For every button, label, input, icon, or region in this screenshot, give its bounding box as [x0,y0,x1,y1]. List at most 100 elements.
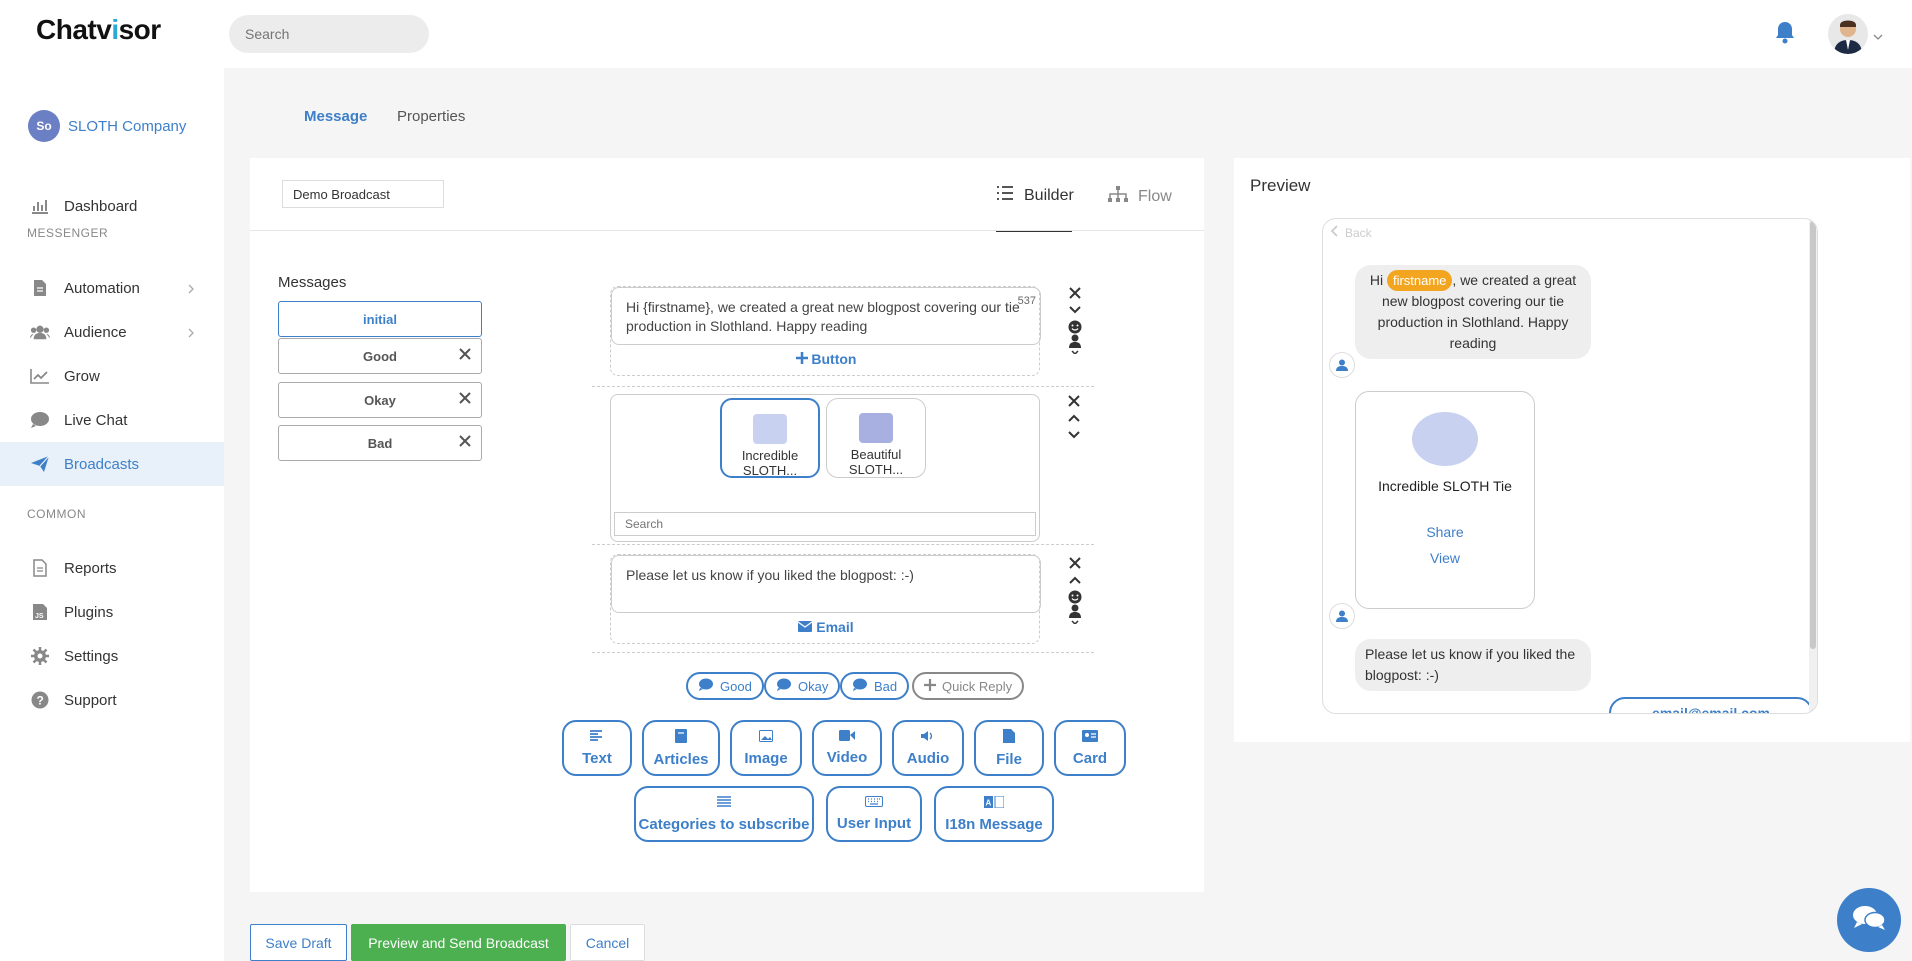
close-icon[interactable] [1069,284,1081,301]
message-item-good[interactable]: Good [278,338,482,374]
save-draft-button[interactable]: Save Draft [250,924,347,961]
chevron-down-icon[interactable] [1068,426,1080,443]
close-icon[interactable] [1068,392,1080,409]
message-controls [1068,554,1082,624]
broadcast-name-input[interactable] [282,180,444,208]
chat-bubble-icon [776,678,798,695]
user-attribute-icon[interactable] [1068,604,1082,624]
bell-icon[interactable] [1774,20,1796,49]
sidebar-item-plugins[interactable]: JS Plugins [0,590,224,634]
tab-message[interactable]: Message [304,108,367,125]
image-icon [759,729,773,750]
message-item-initial[interactable]: initial [278,301,482,337]
view-link[interactable]: View [1356,550,1534,566]
section-common: COMMON [27,507,86,521]
report-icon [30,558,50,578]
scrollbar-thumb[interactable] [1810,221,1816,649]
chevron-up-icon[interactable] [1068,409,1080,426]
chevron-down-icon[interactable] [1873,27,1883,45]
message-item-okay[interactable]: Okay [278,382,482,418]
add-image-button[interactable]: Image [730,720,802,776]
tie-image [859,413,893,443]
tab-properties[interactable]: Properties [397,108,465,125]
close-icon[interactable] [459,435,471,450]
sidebar-item-automation[interactable]: Automation [0,266,224,310]
quick-reply-okay[interactable]: Okay [764,672,841,700]
scrollbar[interactable] [1809,219,1817,713]
email-button[interactable]: Email [611,619,1041,635]
text-align-icon [590,729,604,750]
emoji-icon[interactable] [1068,318,1082,335]
plus-icon [795,351,808,367]
add-video-button[interactable]: Video [812,720,882,776]
sidebar-item-settings[interactable]: Settings [0,634,224,678]
message-text-area[interactable]: Please let us know if you liked the blog… [611,555,1041,613]
add-user-input-button[interactable]: User Input [826,786,922,842]
list-icon [717,795,731,816]
article-search-input[interactable] [614,512,1036,536]
message-text-area[interactable]: Hi {firstname}, we created a great new b… [611,287,1041,345]
add-button-button[interactable]: Button [611,351,1041,367]
article-item[interactable]: Incredible SLOTH... [720,398,820,478]
add-audio-button[interactable]: Audio [892,720,964,776]
sidebar-item-broadcasts[interactable]: Broadcasts [0,442,224,486]
add-text-button[interactable]: Text [562,720,632,776]
document-icon [30,278,50,298]
svg-text:?: ? [37,694,44,708]
close-icon[interactable] [459,392,471,407]
company-switcher[interactable]: So SLOTH Company [28,110,186,142]
message-item-bad[interactable]: Bad [278,425,482,461]
sidebar-item-reports[interactable]: Reports [0,546,224,590]
sidebar-item-live-chat[interactable]: Live Chat [0,398,224,442]
js-plugin-icon: JS [30,602,50,622]
add-file-button[interactable]: File [974,720,1044,776]
preview-title: Preview [1250,176,1311,195]
add-quick-reply-button[interactable]: Quick Reply [912,672,1025,700]
bot-avatar-icon [1329,352,1355,378]
user-avatar[interactable] [1828,14,1868,54]
chatvisor-logo[interactable]: Chatvisor [36,14,161,46]
close-icon[interactable] [1069,554,1081,571]
chat-bubble: Hi firstname, we created a great new blo… [1355,265,1591,359]
divider [592,544,1094,545]
phone-preview: Back Hi firstname, we created a great ne… [1322,218,1818,714]
share-link[interactable]: Share [1356,524,1534,540]
chat-bubbles-icon [1852,904,1886,937]
preview-and-send-button[interactable]: Preview and Send Broadcast [351,924,566,961]
add-articles-button[interactable]: Articles [642,720,720,776]
add-categories-button[interactable]: Categories to subscribe [634,786,814,842]
chat-bubble-icon [30,410,50,430]
sidebar-item-support[interactable]: ? Support [0,678,224,722]
tab-builder[interactable]: Builder [996,186,1074,205]
emoji-icon[interactable] [1068,588,1082,605]
bot-avatar-icon [1329,603,1355,629]
chevron-right-icon [188,325,194,342]
chat-widget-button[interactable] [1837,888,1901,952]
builder-panel: Builder Flow Messages initial Good Okay … [250,158,1204,892]
preview-panel: Preview Back Hi firstname, we created a … [1234,158,1910,742]
section-messenger: MESSENGER [27,226,109,240]
gear-icon [30,646,50,666]
book-icon [675,728,687,751]
user-attribute-icon[interactable] [1068,334,1082,354]
divider [592,652,1094,653]
tab-flow[interactable]: Flow [1108,186,1172,207]
chevron-down-icon[interactable] [1069,301,1081,318]
back-button[interactable]: Back [1330,225,1372,240]
char-counter: 537 [1017,295,1036,307]
sidebar-item-audience[interactable]: Audience [0,310,224,354]
global-search-input[interactable] [229,15,429,53]
cancel-button[interactable]: Cancel [570,924,645,961]
quick-reply-bad[interactable]: Bad [840,672,910,700]
add-card-button[interactable]: Card [1054,720,1126,776]
quick-reply-good[interactable]: Good [686,672,764,700]
svg-text:JS: JS [35,613,44,620]
add-i18n-message-button[interactable]: A I18n Message [934,786,1054,842]
chat-bubble-icon [852,678,874,695]
sidebar-item-dashboard[interactable]: Dashboard [0,184,224,228]
sidebar-item-grow[interactable]: Grow [0,354,224,398]
email-quick-reply-button[interactable]: email@email.com [1609,697,1813,713]
chevron-up-icon[interactable] [1069,571,1081,588]
close-icon[interactable] [459,348,471,363]
article-item[interactable]: Beautiful SLOTH... [826,398,926,478]
